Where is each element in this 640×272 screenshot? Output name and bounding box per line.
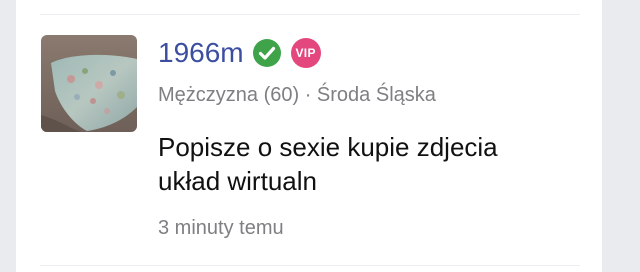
divider-top	[40, 14, 580, 15]
avatar[interactable]	[41, 35, 137, 132]
check-circle-icon	[252, 39, 281, 67]
post-card[interactable]: 1966m VIP Mężczyzna (60) · Środa Śląska …	[16, 0, 602, 272]
divider-bottom	[40, 265, 580, 266]
timestamp: 3 minuty temu	[158, 217, 284, 239]
message-line: układ wirtualn	[158, 166, 317, 196]
name-row: 1966m VIP	[158, 33, 321, 73]
vip-badge: VIP	[290, 38, 321, 68]
message-line: Popisze o sexie kupie zdjecia	[158, 132, 498, 162]
avatar-photo	[41, 35, 137, 132]
username-link[interactable]: 1966m	[158, 33, 244, 73]
message-text[interactable]: Popisze o sexie kupie zdjecia układ wirt…	[158, 130, 598, 198]
user-meta: Mężczyzna (60) · Środa Śląska	[158, 84, 436, 106]
